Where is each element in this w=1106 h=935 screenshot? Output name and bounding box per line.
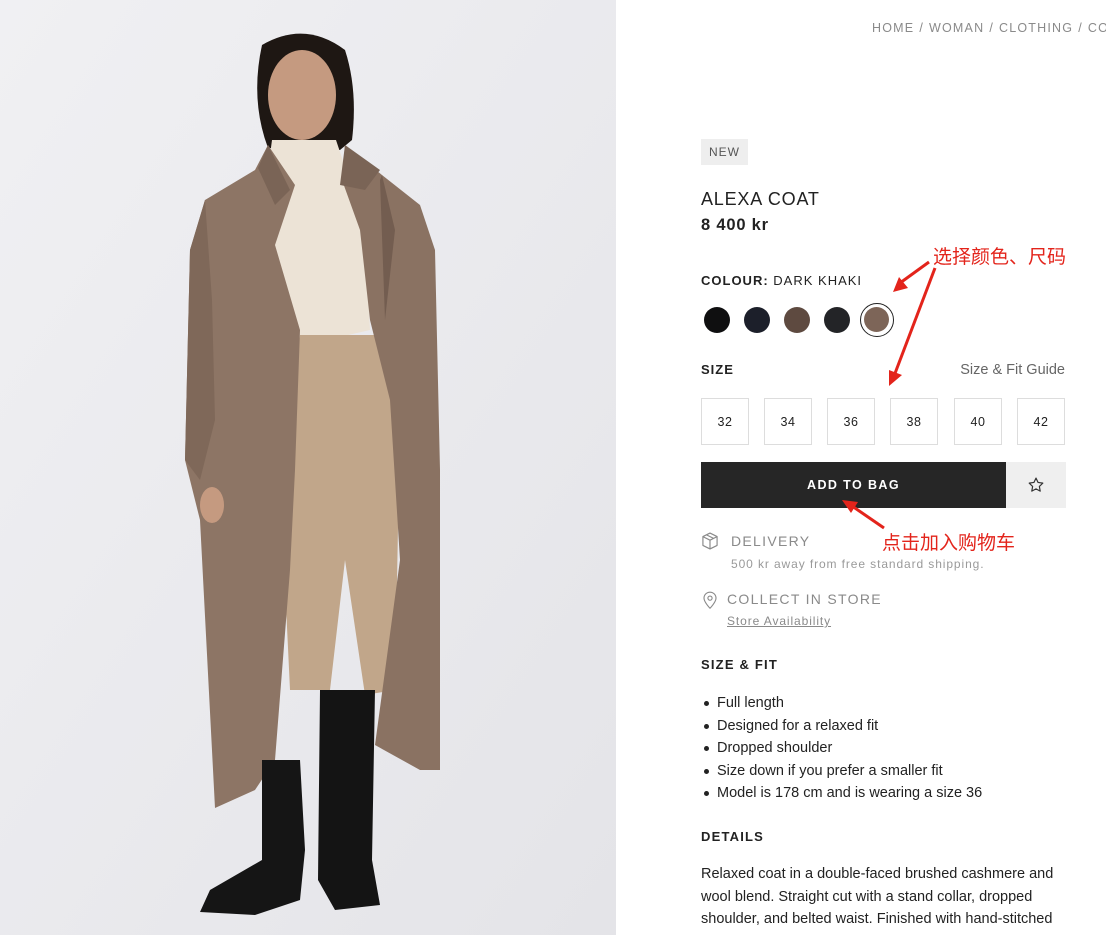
list-item: Size down if you prefer a smaller fit [701,760,982,783]
size-option-42[interactable]: 42 [1017,398,1065,445]
swatch-dark-navy[interactable] [744,307,770,333]
delivery-title: DELIVERY [731,533,811,549]
list-item: Dropped shoulder [701,737,982,760]
arrow-to-add-bag [851,504,885,530]
store-availability-link[interactable]: Store Availability [727,614,831,628]
product-title: ALEXA COAT [701,189,820,209]
colour-label: COLOUR: DARK KHAKI [701,273,862,288]
arrow-head-colour [893,277,908,292]
annotation-select-colour-size: 选择颜色、尺码 [933,246,1067,268]
colour-label-prefix: COLOUR: [701,273,769,288]
breadcrumb: HOME / WOMAN / CLOTHING / CO [872,21,1106,35]
details-heading: DETAILS [701,829,765,844]
list-item: Model is 178 cm and is wearing a size 36 [701,782,982,805]
breadcrumb-home[interactable]: HOME [872,21,914,35]
star-outline-icon [1028,477,1044,492]
wishlist-button[interactable] [1006,462,1066,508]
location-pin-icon [703,591,717,610]
add-to-bag-button[interactable]: ADD TO BAG [701,462,1006,508]
box-icon [702,532,718,550]
size-option-36[interactable]: 36 [827,398,875,445]
annotation-click-add-to-cart: 点击加入购物车 [882,532,1016,554]
size-option-38[interactable]: 38 [890,398,938,445]
delivery-subtitle: 500 kr away from free standard shipping. [731,557,985,571]
swatch-dark-khaki-selected[interactable] [860,303,894,337]
new-badge: NEW [701,139,748,165]
breadcrumb-woman[interactable]: WOMAN [929,21,984,35]
size-label: SIZE [701,362,734,377]
size-fit-list: Full length Designed for a relaxed fit D… [701,692,982,805]
size-option-40[interactable]: 40 [954,398,1002,445]
selected-colour-name: DARK KHAKI [773,273,863,288]
size-option-34[interactable]: 34 [764,398,812,445]
product-image[interactable] [0,0,616,935]
details-text: Relaxed coat in a double-faced brushed c… [701,866,1054,927]
model-photo-illustration [0,0,616,935]
swatch-dark-khaki-fill [864,307,889,332]
breadcrumb-coats[interactable]: CO [1088,21,1106,35]
arrow-to-size [892,267,937,377]
collect-in-store-title: COLLECT IN STORE [727,591,882,607]
arrow-to-colour [899,260,930,285]
arrow-head-size [889,370,902,386]
size-fit-heading: SIZE & FIT [701,657,778,672]
list-item: Designed for a relaxed fit [701,715,982,738]
size-option-32[interactable]: 32 [701,398,749,445]
swatch-black[interactable] [704,307,730,333]
swatch-charcoal[interactable] [824,307,850,333]
list-item: Full length [701,692,982,715]
breadcrumb-clothing[interactable]: CLOTHING [999,21,1073,35]
swatch-brown[interactable] [784,307,810,333]
product-price: 8 400 kr [701,216,769,234]
size-fit-guide-link[interactable]: Size & Fit Guide [960,362,1065,378]
